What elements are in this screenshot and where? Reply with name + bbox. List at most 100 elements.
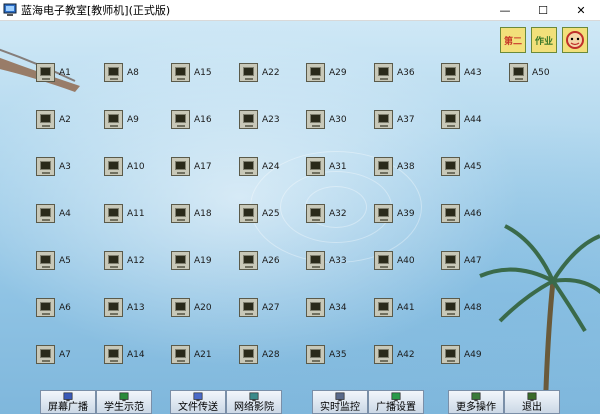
student-computer[interactable]: A17	[171, 157, 212, 176]
computer-icon	[441, 298, 460, 317]
student-computer[interactable]: A47	[441, 251, 482, 270]
student-label: A7	[59, 349, 71, 360]
student-computer[interactable]: A40	[374, 251, 415, 270]
student-label: A4	[59, 208, 71, 219]
student-computer[interactable]: A49	[441, 345, 482, 364]
student-computer[interactable]: A29	[306, 63, 347, 82]
student-computer[interactable]: A8	[104, 63, 139, 82]
student-computer[interactable]: A35	[306, 345, 347, 364]
student-computer[interactable]: A9	[104, 110, 139, 129]
student-computer[interactable]: A30	[306, 110, 347, 129]
student-computer[interactable]: A13	[104, 298, 145, 317]
student-computer[interactable]: A42	[374, 345, 415, 364]
student-label: A6	[59, 302, 71, 313]
student-label: A36	[397, 67, 415, 78]
student-computer[interactable]: A23	[239, 110, 280, 129]
student-computer[interactable]: A19	[171, 251, 212, 270]
student-computer[interactable]: A39	[374, 204, 415, 223]
close-button[interactable]: ✕	[562, 0, 600, 20]
computer-icon	[374, 345, 393, 364]
toolbar-button-3[interactable]: 文件传送	[170, 390, 226, 414]
student-computer[interactable]: A14	[104, 345, 145, 364]
computer-icon	[171, 157, 190, 176]
student-computer[interactable]: A38	[374, 157, 415, 176]
student-label: A19	[194, 255, 212, 266]
homework-tool-button[interactable]: 作业	[531, 27, 557, 53]
student-computer[interactable]: A46	[441, 204, 482, 223]
computer-icon	[239, 63, 258, 82]
student-computer[interactable]: A37	[374, 110, 415, 129]
student-computer[interactable]: A50	[509, 63, 550, 82]
student-computer[interactable]: A48	[441, 298, 482, 317]
toolbar-button-6[interactable]: 广播设置	[368, 390, 424, 414]
computer-icon	[306, 63, 325, 82]
minimize-button[interactable]: —	[486, 0, 524, 20]
student-computer[interactable]: A11	[104, 204, 145, 223]
student-computer[interactable]: A15	[171, 63, 212, 82]
maximize-button[interactable]: ☐	[524, 0, 562, 20]
student-computer[interactable]: A45	[441, 157, 482, 176]
broadcast-settings-icon	[391, 392, 401, 402]
student-label: A23	[262, 114, 280, 125]
toolbar-button-5[interactable]: 实时监控	[312, 390, 368, 414]
student-computer[interactable]: A36	[374, 63, 415, 82]
student-label: A43	[464, 67, 482, 78]
student-label: A21	[194, 349, 212, 360]
student-computer[interactable]: A10	[104, 157, 145, 176]
student-computer[interactable]: A41	[374, 298, 415, 317]
checklist-tool-button[interactable]: 第二	[500, 27, 526, 53]
student-computer[interactable]: A7	[36, 345, 71, 364]
student-computer[interactable]: A1	[36, 63, 71, 82]
student-computer[interactable]: A16	[171, 110, 212, 129]
student-computer[interactable]: A24	[239, 157, 280, 176]
student-computer[interactable]: A26	[239, 251, 280, 270]
student-computer[interactable]: A21	[171, 345, 212, 364]
toolbar-label: 网络影院	[234, 402, 274, 413]
student-computer[interactable]: A20	[171, 298, 212, 317]
student-computer[interactable]: A4	[36, 204, 71, 223]
computer-icon	[36, 157, 55, 176]
toolbar-button-2[interactable]: 学生示范	[96, 390, 152, 414]
computer-icon	[374, 63, 393, 82]
toolbar-button-4[interactable]: 网络影院	[226, 390, 282, 414]
computer-icon	[171, 63, 190, 82]
computer-icon	[239, 204, 258, 223]
teacher-tool-button[interactable]	[562, 27, 588, 53]
toolbar-button-7[interactable]: 更多操作	[448, 390, 504, 414]
student-computer[interactable]: A6	[36, 298, 71, 317]
student-computer[interactable]: A3	[36, 157, 71, 176]
student-label: A33	[329, 255, 347, 266]
toolbar-button-8[interactable]: 退出	[504, 390, 560, 414]
student-label: A34	[329, 302, 347, 313]
toolbar-button-1[interactable]: 屏幕广播	[40, 390, 96, 414]
student-computer[interactable]: A18	[171, 204, 212, 223]
student-computer[interactable]: A34	[306, 298, 347, 317]
student-computer[interactable]: A33	[306, 251, 347, 270]
computer-icon	[306, 110, 325, 129]
student-label: A26	[262, 255, 280, 266]
student-label: A8	[127, 67, 139, 78]
title-bar[interactable]: 蓝海电子教室[教师机](正式版) — ☐ ✕	[0, 0, 600, 21]
student-label: A50	[532, 67, 550, 78]
computer-icon	[104, 345, 123, 364]
student-computer[interactable]: A22	[239, 63, 280, 82]
student-computer[interactable]: A32	[306, 204, 347, 223]
computer-icon	[239, 298, 258, 317]
student-computer[interactable]: A25	[239, 204, 280, 223]
student-computer[interactable]: A44	[441, 110, 482, 129]
computer-icon	[239, 157, 258, 176]
palm-tree-decoration	[479, 224, 600, 414]
student-label: A15	[194, 67, 212, 78]
student-computer[interactable]: A28	[239, 345, 280, 364]
student-computer[interactable]: A12	[104, 251, 145, 270]
computer-icon	[374, 251, 393, 270]
student-computer[interactable]: A27	[239, 298, 280, 317]
student-computer[interactable]: A5	[36, 251, 71, 270]
student-computer[interactable]: A2	[36, 110, 71, 129]
student-label: A46	[464, 208, 482, 219]
computer-icon	[239, 251, 258, 270]
student-computer[interactable]: A43	[441, 63, 482, 82]
student-computer[interactable]: A31	[306, 157, 347, 176]
computer-icon	[239, 345, 258, 364]
computer-icon	[171, 298, 190, 317]
